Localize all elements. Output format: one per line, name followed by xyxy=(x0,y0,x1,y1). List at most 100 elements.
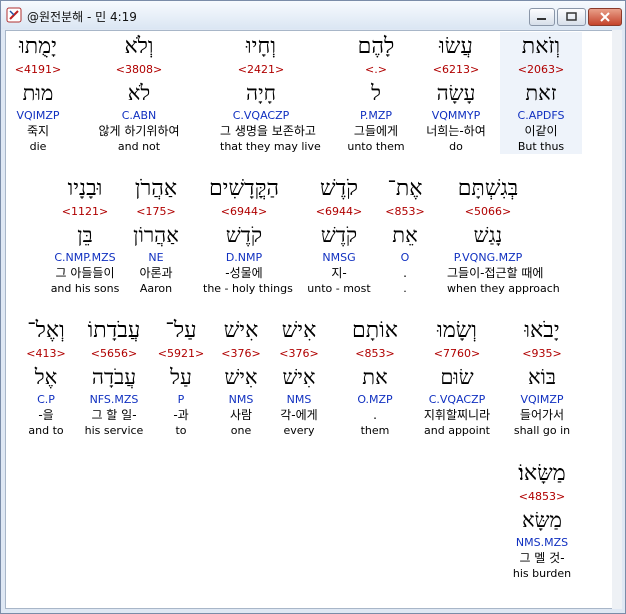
korean-gloss: 그 멜 것- xyxy=(519,551,565,565)
hebrew-word: אַהֲרֹן xyxy=(134,176,178,201)
scrollbar[interactable] xyxy=(612,30,622,609)
korean-gloss: . xyxy=(373,408,377,422)
lemma: עָשָׂה xyxy=(436,81,476,105)
strong-number[interactable]: <6213> xyxy=(415,62,497,78)
strong-number[interactable]: <4853> xyxy=(501,489,583,505)
lemma: שׂוּם xyxy=(440,365,474,389)
korean-gloss: 아론과 xyxy=(139,266,173,280)
lemma: קֹדֶשׁ xyxy=(320,223,358,247)
minimize-icon xyxy=(537,18,546,20)
hebrew-word: הַקֳּדָשִׁים xyxy=(208,176,280,201)
english-gloss: and appoint xyxy=(424,424,490,437)
strong-number[interactable]: <5066> xyxy=(447,204,529,220)
word-cell[interactable]: יָמֻתוּ <4191> מוּת VQIMZP 죽지 die xyxy=(6,32,79,154)
lemma: נָגַשׁ xyxy=(473,223,503,247)
hebrew-word: אוֹתָם xyxy=(352,318,398,343)
parsing-code: O.MZP xyxy=(357,393,393,406)
parsing-code: C.APDFS xyxy=(517,109,565,122)
strong-number[interactable]: <175> xyxy=(115,204,197,220)
english-gloss: his burden xyxy=(512,567,572,580)
korean-gloss: 그 생명을 보존하고 xyxy=(220,124,316,138)
hebrew-word: וְשָׂמוּ xyxy=(437,318,477,343)
word-cell[interactable]: וּבָנָיו <1121> בֵּן C.NMP.MZS 그 아들들이 and his… xyxy=(44,174,126,296)
hebrew-word: עֲשׂוּ xyxy=(439,34,473,59)
strong-number[interactable]: <2421> xyxy=(220,62,302,78)
strong-number[interactable]: <4191> xyxy=(6,62,79,78)
minimize-button[interactable] xyxy=(529,8,555,26)
english-gloss: die xyxy=(29,140,47,153)
window-title: @원전분해 - 민 4:19 xyxy=(27,10,137,24)
english-gloss: and his sons xyxy=(50,282,120,295)
lemma: מַשָּׂא xyxy=(522,508,562,532)
korean-gloss: 지- xyxy=(331,266,347,280)
strong-number[interactable]: <853> xyxy=(334,346,416,362)
word-cell[interactable]: מַשָּׂאוֹ׃ <4853> מַשָּׂא NMS.MZS 그 멜 것-his … xyxy=(501,459,583,581)
strong-number[interactable]: <6944> xyxy=(298,204,380,220)
lemma: קֹדֶשׁ xyxy=(225,223,263,247)
lemma: לֹא xyxy=(127,81,151,105)
english-gloss: shall go in xyxy=(513,424,571,437)
word-cell[interactable]: אוֹתָם <853> את O.MZP. them xyxy=(334,316,416,438)
strong-number[interactable]: <1121> xyxy=(44,204,126,220)
parsing-code: VQIMZP xyxy=(520,393,564,406)
word-cell[interactable]: בְּגִשְׁתָּם <5066> נָגַשׁ P.VQNG.MZP 그들이-접근… xyxy=(447,174,560,296)
hebrew-word: וְאֶל־ xyxy=(27,318,65,343)
korean-gloss: 지휘할찌니라 xyxy=(423,408,491,422)
parsing-code: VQIMZP xyxy=(16,109,60,122)
parsing-code: P.MZP xyxy=(359,109,393,122)
strong-number[interactable]: <6944> xyxy=(203,204,285,220)
english-gloss: when they approach xyxy=(447,282,560,295)
parsing-code: VQMMYP xyxy=(431,109,481,122)
parsing-code: C.P xyxy=(37,393,55,406)
english-gloss: But thus xyxy=(517,140,565,153)
hebrew-word: וּבָנָיו xyxy=(67,176,103,201)
lemma: חָיָה xyxy=(245,81,276,105)
strong-number[interactable]: <413> xyxy=(6,346,87,362)
title-bar[interactable]: @원전분해 - 민 4:19 xyxy=(1,1,625,29)
close-icon xyxy=(600,12,610,22)
word-cell[interactable]: וְאֶל־ <413> אֶל C.P -을 and to xyxy=(6,316,87,438)
app-window: @원전분해 - 민 4:19 וְזֹאת <2063> זאת C.APDFS 이같이… xyxy=(0,0,626,614)
word-cell[interactable]: יָבֹאוּ <935> בּוֹא VQIMZP 들어가서 shall go in xyxy=(501,316,583,438)
korean-gloss: 않게 하기위하여 xyxy=(98,124,180,138)
maximize-button[interactable] xyxy=(557,8,586,26)
word-cell[interactable]: קֹדֶשׁ <6944> קֹדֶשׁ NMSG 지-unto - most xyxy=(298,174,380,296)
parsing-code: C.ABN xyxy=(121,109,157,122)
english-gloss: Aaron xyxy=(139,282,173,295)
word-cell[interactable]: וְלֹא <3808> לֹא C.ABN 않게 하기위하여 and not xyxy=(98,32,180,154)
word-cell[interactable]: עֲשׂוּ <6213> עָשָׂה VQMMYP 너희는-하여 do xyxy=(415,32,497,154)
english-gloss: them xyxy=(360,424,390,437)
maximize-icon xyxy=(566,12,577,21)
hebrew-word: בְּגִשְׁתָּם xyxy=(457,176,519,201)
parsing-code: P.VQNG.MZP xyxy=(453,251,523,264)
lemma: זאת xyxy=(525,81,557,105)
word-cell[interactable]: אַהֲרֹן <175> אַהֲרוֹן NE 아론과 Aaron xyxy=(115,174,197,296)
strong-number[interactable]: <3808> xyxy=(98,62,180,78)
lemma: מוּת xyxy=(22,81,54,105)
hebrew-word: יָבֹאוּ xyxy=(524,318,560,343)
hebrew-word: וְחָיוּ xyxy=(245,34,277,59)
english-gloss: that they may live xyxy=(220,140,321,153)
close-button[interactable] xyxy=(588,8,622,26)
lemma: אֶל xyxy=(34,365,58,389)
korean-gloss: 그들이-접근할 때에 xyxy=(447,266,544,280)
lemma: בֵּן xyxy=(77,223,93,247)
korean-gloss: 들어가서 xyxy=(519,408,565,422)
word-cell[interactable]: וְשָׂמוּ <7760> שׂוּם C.VQACZP 지휘할찌니라 and app… xyxy=(416,316,498,438)
strong-number[interactable]: <.> xyxy=(335,62,417,78)
word-cell[interactable]: וְחָיוּ <2421> חָיָה C.VQACZP 그 생명을 보존하고 that… xyxy=(220,32,321,154)
korean-gloss: -을 xyxy=(38,408,54,422)
word-cell[interactable]: וְזֹאת <2063> זאת C.APDFS 이같이 But thus xyxy=(500,32,582,154)
strong-number[interactable]: <935> xyxy=(501,346,583,362)
hebrew-word: לָהֶם xyxy=(357,34,395,59)
korean-gloss: 너희는-하여 xyxy=(426,124,486,138)
word-cell[interactable]: הַקֳּדָשִׁים <6944> קֹדֶשׁ D.NMP -성물에 the - h… xyxy=(203,174,293,296)
parsing-code: D.NMP xyxy=(225,251,263,264)
korean-gloss: 그들에게 xyxy=(353,124,399,138)
parsing-code: C.NMP.MZS xyxy=(54,251,116,264)
strong-number[interactable]: <2063> xyxy=(500,62,582,78)
english-gloss: the - holy things xyxy=(203,282,293,295)
english-gloss: do xyxy=(449,140,463,153)
word-cell[interactable]: לָהֶם <.> ל P.MZP 그들에게 unto them xyxy=(335,32,417,154)
strong-number[interactable]: <7760> xyxy=(416,346,498,362)
